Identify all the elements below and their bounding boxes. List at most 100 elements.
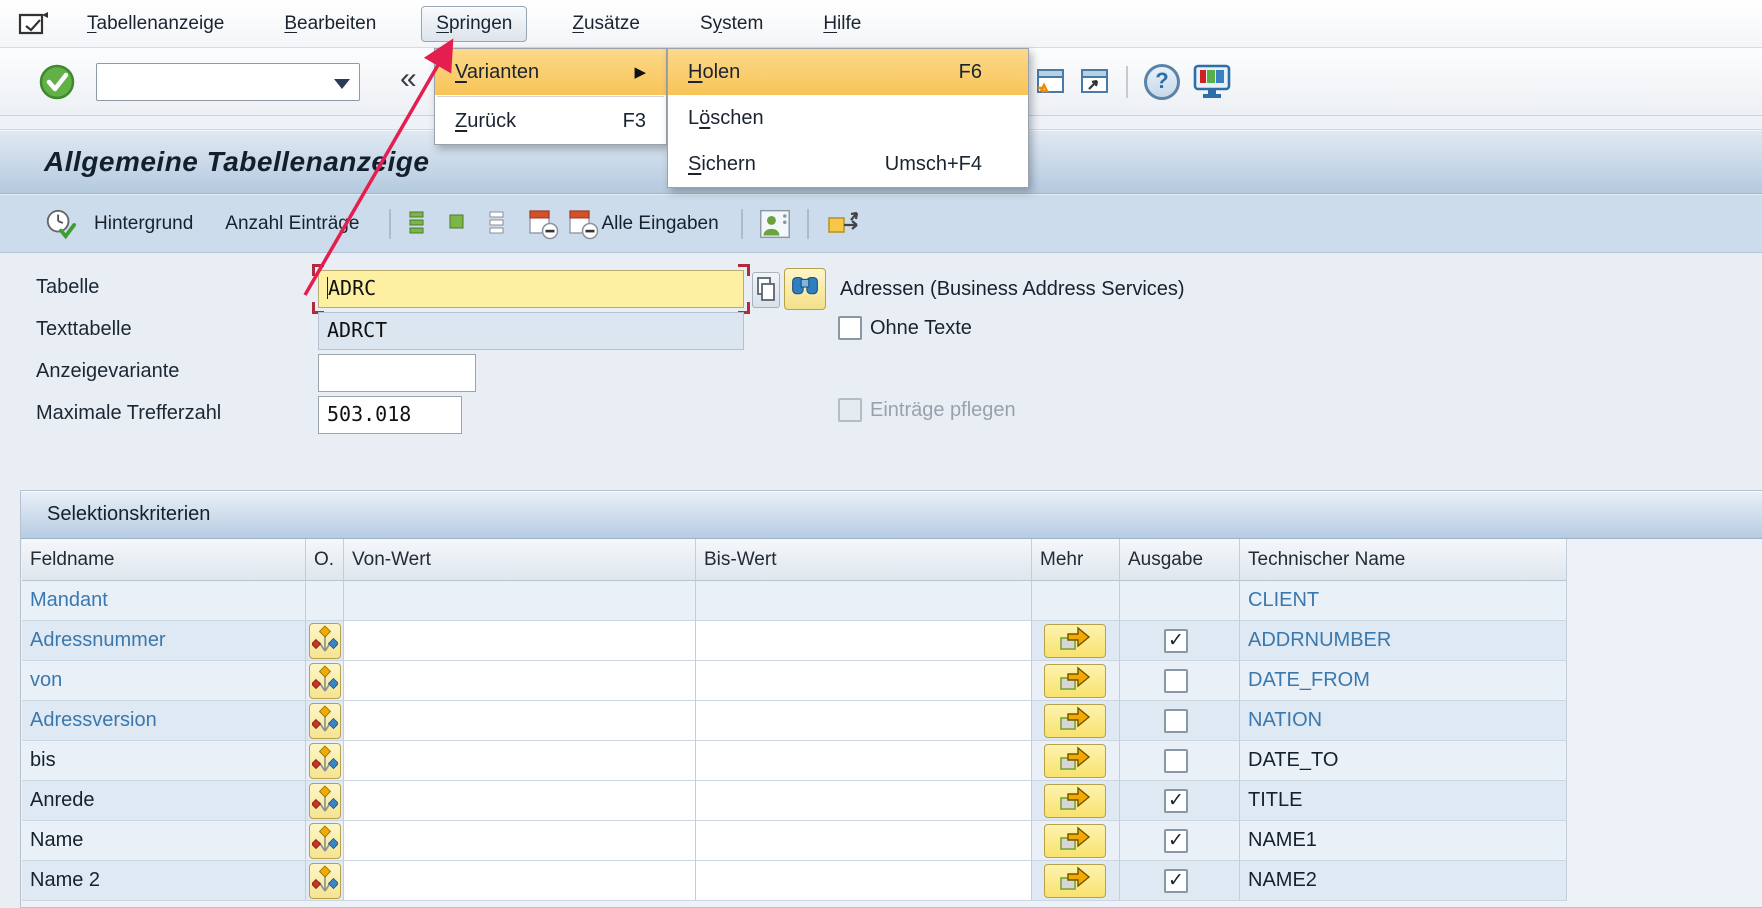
multiple-selection-button[interactable]	[1044, 664, 1106, 698]
output-checkbox[interactable]: ✓	[1164, 789, 1188, 813]
multiple-selection-button[interactable]	[1044, 744, 1106, 778]
selection-options-button[interactable]	[309, 703, 341, 739]
focus-bracket	[738, 264, 750, 276]
menubar-item-springen[interactable]: Springen	[421, 6, 527, 42]
bis-wert-cell[interactable]	[696, 701, 1032, 741]
ohne-texte-checkbox[interactable]: Ohne Texte	[838, 316, 972, 340]
command-input[interactable]	[101, 67, 321, 97]
multiple-selection-button[interactable]	[1044, 864, 1106, 898]
help-button[interactable]: ?	[1144, 64, 1180, 100]
dropdown-arrow-icon[interactable]	[334, 79, 350, 89]
tabelle-field[interactable]: ADRC	[318, 270, 744, 308]
options-cell	[306, 861, 344, 901]
submenu-item-holen[interactable]: HolenF6	[668, 49, 1028, 95]
search-help-binoculars-icon[interactable]	[784, 268, 826, 310]
selection-options-button[interactable]	[309, 623, 341, 659]
selection-options-button[interactable]	[309, 783, 341, 819]
bis-wert-cell[interactable]	[696, 741, 1032, 781]
bis-wert-cell[interactable]	[696, 821, 1032, 861]
submenu-item-l-schen[interactable]: Löschen	[668, 95, 1028, 141]
selection-options-button[interactable]	[309, 823, 341, 859]
texttabelle-field[interactable]: ADRCT	[318, 312, 744, 350]
output-checkbox[interactable]: ✓	[1164, 869, 1188, 893]
mehr-cell	[1032, 661, 1120, 701]
copy-icon[interactable]	[752, 272, 780, 308]
field-name: Mandant	[30, 589, 108, 612]
table-description: Adressen (Business Address Services)	[840, 278, 1185, 301]
technical-name: ADDRNUMBER	[1248, 629, 1391, 652]
von-wert-cell[interactable]	[344, 821, 696, 861]
multiple-selection-button[interactable]	[1044, 824, 1106, 858]
springen-menu-popup: Varianten▶ZurückF3	[434, 48, 667, 145]
delete-selection-icon[interactable]	[527, 208, 559, 240]
customize-layout-icon[interactable]	[1192, 64, 1232, 100]
create-shortcut-icon[interactable]	[1078, 67, 1110, 97]
von-wert-cell[interactable]	[344, 661, 696, 701]
screen-icon[interactable]	[16, 9, 50, 39]
eintraege-pflegen-checkbox: Einträge pflegen	[838, 398, 1016, 422]
column-header-bis-wert: Bis-Wert	[696, 539, 1032, 581]
menubar-item-tabellenanzeige[interactable]: Tabellenanzeige	[72, 6, 239, 42]
menu-item-varianten[interactable]: Varianten▶	[435, 49, 666, 95]
anzahl-eintraege-button[interactable]: Anzahl Einträge	[225, 213, 359, 235]
options-cell	[306, 781, 344, 821]
sap-gui-window: Tabellenanzeige Bearbeiten Springen Zusätze…	[0, 0, 1762, 908]
user-variant-icon[interactable]	[759, 208, 791, 240]
hintergrund-button[interactable]: Hintergrund	[94, 213, 193, 235]
mehr-cell	[1032, 861, 1120, 901]
menubar-item-bearbeiten[interactable]: Bearbeiten	[269, 6, 391, 42]
enter-button[interactable]	[38, 63, 76, 101]
select-block-icon[interactable]	[447, 208, 479, 240]
output-checkbox[interactable]	[1164, 709, 1188, 733]
command-field[interactable]	[96, 63, 360, 101]
technical-name: TITLE	[1248, 789, 1302, 812]
export-icon[interactable]	[825, 208, 863, 240]
bis-wert-cell[interactable]	[696, 781, 1032, 821]
ausgabe-cell	[1120, 581, 1240, 621]
output-checkbox[interactable]	[1164, 749, 1188, 773]
ausgabe-cell	[1120, 741, 1240, 781]
bis-wert-cell[interactable]	[696, 661, 1032, 701]
collapse-toolbar-button[interactable]: «	[400, 62, 417, 96]
von-wert-cell[interactable]	[344, 741, 696, 781]
delete-all-selections-icon[interactable]	[567, 208, 599, 240]
menubar-item-zus-tze[interactable]: Zusätze	[557, 6, 655, 42]
technical-name-cell: ADDRNUMBER	[1240, 621, 1567, 661]
output-checkbox[interactable]: ✓	[1164, 629, 1188, 653]
menu-separator	[437, 96, 664, 97]
multiple-selection-button[interactable]	[1044, 784, 1106, 818]
menubar-item-hilfe[interactable]: Hilfe	[808, 6, 876, 42]
von-wert-cell[interactable]	[344, 861, 696, 901]
options-cell	[306, 741, 344, 781]
multiple-selection-button[interactable]	[1044, 624, 1106, 658]
max-trefferzahl-field[interactable]: 503.018	[318, 396, 462, 434]
bis-wert-cell[interactable]	[696, 861, 1032, 901]
menu-item-zur-ck[interactable]: ZurückF3	[435, 98, 666, 144]
von-wert-cell[interactable]	[344, 701, 696, 741]
execute-icon[interactable]	[44, 208, 76, 240]
submenu-item-sichern[interactable]: SichernUmsch+F4	[668, 141, 1028, 187]
alle-eingaben-label[interactable]: Alle Eingaben	[601, 213, 718, 235]
output-checkbox[interactable]	[1164, 669, 1188, 693]
deselect-all-icon[interactable]	[487, 208, 519, 240]
selection-table: FeldnameO.Von-WertBis-WertMehrAusgabeTec…	[22, 539, 1567, 901]
output-checkbox[interactable]: ✓	[1164, 829, 1188, 853]
field-name: von	[30, 669, 62, 692]
anzeigevariante-field[interactable]	[318, 354, 476, 392]
bis-wert-cell[interactable]	[696, 621, 1032, 661]
von-wert-cell[interactable]	[344, 621, 696, 661]
selection-options-button[interactable]	[309, 743, 341, 779]
multiple-selection-button[interactable]	[1044, 704, 1106, 738]
mehr-cell	[1032, 581, 1120, 621]
selection-options-button[interactable]	[309, 863, 341, 899]
select-all-icon[interactable]	[407, 208, 439, 240]
technical-name-cell: TITLE	[1240, 781, 1567, 821]
menubar-item-system[interactable]: System	[685, 6, 778, 42]
multiple-selection-arrow-icon	[1058, 866, 1092, 892]
group-header: Selektionskriterien	[21, 491, 1762, 539]
von-wert-cell[interactable]	[344, 781, 696, 821]
selection-options-button[interactable]	[309, 663, 341, 699]
new-session-icon[interactable]	[1034, 67, 1066, 97]
field-name: Anrede	[30, 789, 95, 812]
field-name-cell: bis	[22, 741, 306, 781]
